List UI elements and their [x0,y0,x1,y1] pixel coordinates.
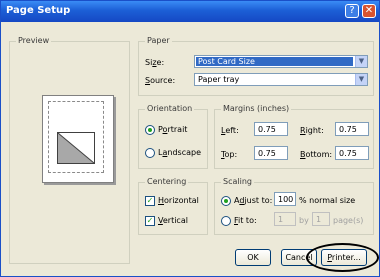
preview-label: Preview [16,36,52,45]
fit-by-label: by [299,216,309,225]
centering-label: Centering [145,177,189,186]
margin-top-label: Top: [221,150,238,159]
fit-pages-tall-input[interactable]: 1 [312,212,330,226]
title-bar[interactable]: Page Setup ? ✕ [1,1,379,22]
fit-to-radio[interactable] [221,216,231,226]
margin-bottom-label: Bottom: [300,150,333,159]
margin-right-value: 0.75 [339,125,357,134]
adjust-to-value: 100 [278,195,294,204]
margin-top-value: 0.75 [258,149,276,158]
size-label: Size: [145,58,165,67]
fit-pages-wide-input[interactable]: 1 [274,212,296,226]
margin-right-input[interactable]: 0.75 [335,122,369,136]
margin-bottom-value: 0.75 [339,149,357,158]
vertical-label[interactable]: Vertical [158,216,188,225]
margin-bottom-input[interactable]: 0.75 [335,146,369,160]
adjust-to-radio[interactable] [221,196,231,206]
landscape-radio[interactable] [145,148,155,158]
adjust-suffix: % normal size [299,196,356,205]
horizontal-label[interactable]: Horizontal [158,196,199,205]
window-title: Page Setup [6,5,71,16]
margin-top-input[interactable]: 0.75 [254,146,288,160]
chevron-down-icon[interactable]: ▼ [355,56,367,67]
scaling-label: Scaling [221,177,254,186]
chevron-down-icon[interactable]: ▼ [355,74,367,85]
scaling-group: Scaling [214,177,374,235]
margins-group: Margins (inches) [214,104,374,169]
portrait-label[interactable]: Portrait [158,125,187,134]
close-button[interactable]: ✕ [362,4,376,18]
fit-pages-tall-value: 1 [316,215,322,224]
page-setup-dialog: Page Setup ? ✕ Preview Paper Size: Post … [0,0,380,277]
source-label: Source: [145,76,176,85]
margins-label: Margins (inches) [221,104,292,113]
fit-pages-suffix: page(s) [333,216,364,225]
paper-group: Paper [138,36,374,96]
margin-left-value: 0.75 [258,125,276,134]
preview-content-image [57,132,95,164]
margin-left-label: Left: [221,126,239,135]
radio-selected-dot [224,199,228,203]
margin-left-input[interactable]: 0.75 [254,122,288,136]
fit-pages-wide-value: 1 [278,215,284,224]
orientation-group: Orientation [138,104,208,169]
source-select-value: Paper tray [198,75,240,84]
checkmark-icon: ✓ [146,196,154,205]
margin-right-label: Right: [300,126,324,135]
checkmark-icon: ✓ [146,216,154,225]
source-select[interactable]: Paper tray ▼ [194,73,368,86]
fit-to-label[interactable]: Fit to: [234,216,257,225]
preview-diagonal-icon [58,133,94,163]
help-button[interactable]: ? [345,4,359,18]
centering-group: Centering [138,177,208,235]
size-select[interactable]: Post Card Size ▼ [194,55,368,68]
paper-label: Paper [145,36,172,45]
ok-button[interactable]: OK [235,249,271,266]
radio-selected-dot [148,128,152,132]
highlight-circle [306,243,379,272]
vertical-checkbox[interactable]: ✓ [145,216,155,226]
landscape-label[interactable]: Landscape [158,148,201,157]
adjust-to-input[interactable]: 100 [274,192,296,206]
adjust-to-label[interactable]: Adjust to: [234,196,272,205]
orientation-label: Orientation [145,104,195,113]
portrait-radio[interactable] [145,125,155,135]
horizontal-checkbox[interactable]: ✓ [145,196,155,206]
size-select-value: Post Card Size [196,57,353,66]
